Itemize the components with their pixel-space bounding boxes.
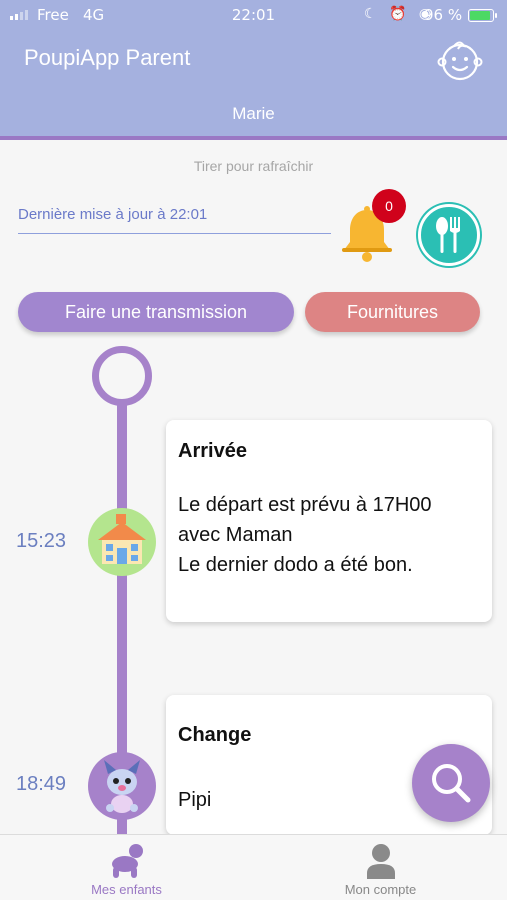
nav-my-children-label: Mes enfants — [91, 882, 162, 897]
house-icon — [88, 508, 156, 576]
tab-child-name[interactable]: Marie — [0, 104, 507, 124]
nav-my-account-label: Mon compte — [344, 882, 417, 897]
card-title: Change — [178, 724, 252, 746]
nav-my-children[interactable]: Mes enfants — [0, 835, 253, 900]
supplies-button[interactable]: Fournitures — [305, 292, 480, 332]
app-title: PoupiApp Parent — [24, 45, 191, 70]
status-bar: Free 4G 22:01 ☾ ⏰ ◉ 96 % — [0, 0, 507, 32]
card-body: Le départ est prévu à 17H00 avec Maman L… — [178, 494, 432, 576]
battery-icon — [468, 9, 497, 22]
battery-percent: 96 % — [424, 6, 463, 24]
app-header: PoupiApp Parent — [0, 32, 507, 88]
timeline-start-ring — [92, 346, 152, 406]
search-icon — [432, 764, 471, 803]
make-transmission-button[interactable]: Faire une transmission — [18, 292, 294, 332]
spoon-fork-icon — [436, 217, 460, 253]
dog-icon — [88, 752, 156, 820]
timeline-time: 15:23 — [16, 530, 67, 552]
baby-face-icon[interactable] — [436, 38, 484, 82]
search-button[interactable] — [412, 744, 490, 822]
card-title: Arrivée — [178, 440, 247, 462]
last-update-text: Dernière mise à jour à 22:01 — [18, 206, 331, 234]
nav-my-account[interactable]: Mon compte — [254, 835, 507, 900]
meal-button[interactable] — [418, 204, 480, 266]
timeline-card-arrival[interactable]: Arrivée Le départ est prévu à 17H00 avec… — [166, 420, 492, 622]
card-body: Pipi — [178, 789, 212, 811]
bottom-nav: Mes enfants Mon compte — [0, 834, 507, 900]
timeline-time: 18:49 — [16, 773, 67, 795]
crawling-baby-icon — [111, 844, 143, 878]
child-tab-bar[interactable]: Marie — [0, 88, 507, 140]
notification-badge: 0 — [372, 189, 406, 223]
pull-to-refresh-hint: Tirer pour rafraîchir — [193, 158, 314, 174]
user-icon — [366, 844, 395, 879]
